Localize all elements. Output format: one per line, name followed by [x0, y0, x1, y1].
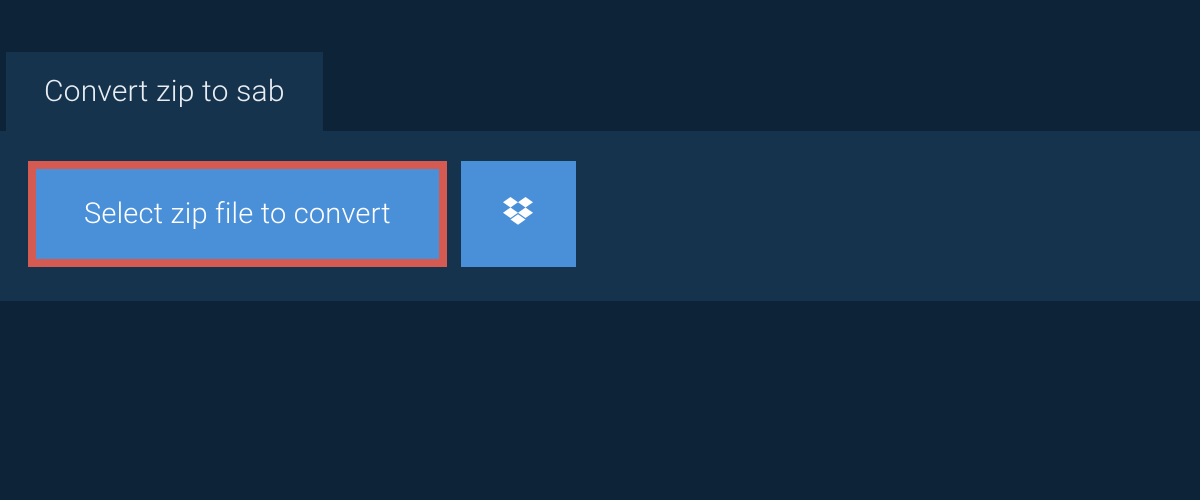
converter-tab[interactable]: Convert zip to sab: [6, 52, 323, 131]
tab-title: Convert zip to sab: [44, 74, 285, 109]
dropbox-icon: [500, 194, 536, 234]
converter-panel: Select zip file to convert: [0, 131, 1200, 301]
dropbox-button[interactable]: [461, 161, 576, 267]
button-row: Select zip file to convert: [28, 161, 1172, 267]
select-file-button[interactable]: Select zip file to convert: [28, 161, 447, 267]
select-file-label: Select zip file to convert: [84, 197, 391, 231]
